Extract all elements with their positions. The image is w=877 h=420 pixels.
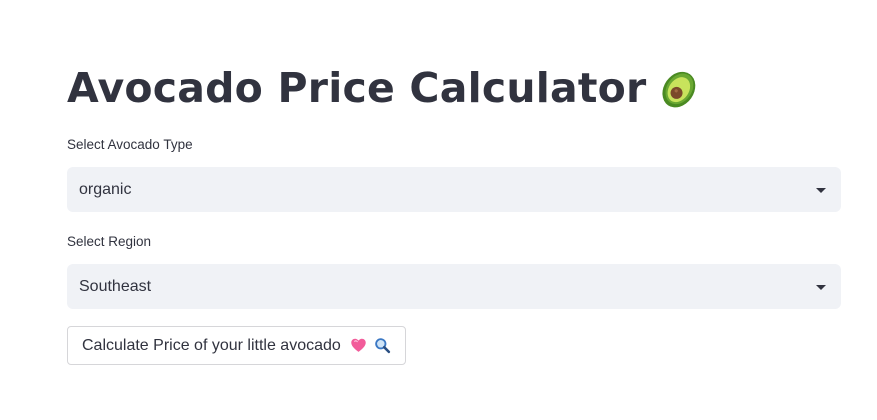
region-value: Southeast bbox=[79, 277, 152, 295]
chevron-down-icon[interactable] bbox=[816, 284, 826, 290]
calculate-button-label: Calculate Price of your little avocado bbox=[82, 336, 341, 354]
avocado-type-value: organic bbox=[79, 180, 132, 198]
region-select[interactable]: Southeast bbox=[67, 264, 841, 309]
title-row: Avocado Price Calculator bbox=[67, 58, 704, 118]
avocado-type-select[interactable]: organic bbox=[67, 167, 841, 212]
type-select-label: Select Avocado Type bbox=[67, 137, 193, 152]
app-main: Avocado Price Calculator Select Avocado … bbox=[0, 0, 877, 420]
calculate-price-button[interactable]: Calculate Price of your little avocado bbox=[67, 326, 406, 365]
magnifying-glass-icon bbox=[374, 338, 390, 354]
chevron-down-icon[interactable] bbox=[816, 187, 826, 193]
pink-heart-icon bbox=[351, 338, 366, 352]
region-select-label: Select Region bbox=[67, 234, 152, 249]
page-title: Avocado Price Calculator bbox=[67, 64, 647, 112]
avocado-icon bbox=[662, 71, 696, 108]
